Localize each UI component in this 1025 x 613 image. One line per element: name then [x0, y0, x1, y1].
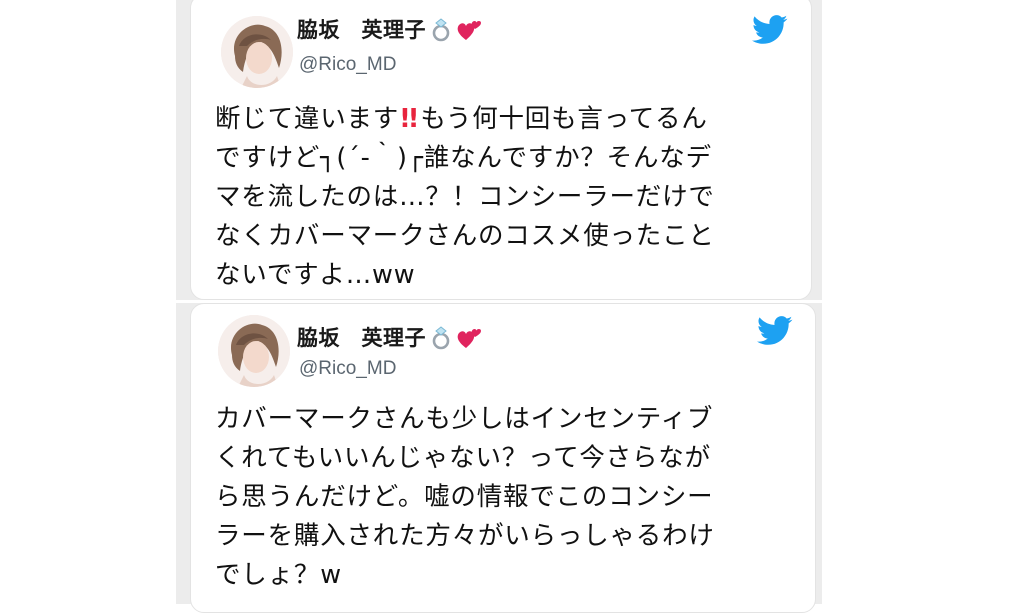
tweet-line: マを流したのは…？！コンシーラーだけで — [215, 182, 715, 212]
tweet-line: くれてもいいんじゃない？って今さらなが — [215, 443, 711, 473]
author-name[interactable]: 脇坂 英理子 — [297, 14, 426, 44]
tweet-line: ラーを購入された方々がいらっしゃるわけ — [215, 521, 715, 551]
tweet-card[interactable]: 脇坂 英理子 @Rico_MD 断じて違います!! もう何十回も言ってるん ですけ… — [190, 0, 812, 300]
tweet-card[interactable]: 脇坂 英理子 @Rico_MD カバーマークさんも少しはインセンティブ くれても… — [190, 303, 816, 613]
tweet-text: カバーマークさんも少しはインセンティブ くれてもいいんじゃない？って今さらなが … — [215, 400, 805, 595]
tweet-line: ないですよ…ww — [215, 260, 416, 290]
twitter-bird-icon — [757, 316, 793, 346]
tweet-text-segment: もう何十回も言ってるん — [420, 104, 708, 134]
ring-icon — [430, 326, 452, 350]
tweet-line: カバーマークさんも少しはインセンティブ — [215, 404, 714, 434]
author-name[interactable]: 脇坂 英理子 — [297, 322, 426, 352]
tweet-line: ら思うんだけど。嘘の情報でこのコンシー — [215, 482, 714, 512]
author-handle[interactable]: @Rico_MD — [299, 358, 396, 380]
author-handle[interactable]: @Rico_MD — [299, 54, 396, 76]
avatar[interactable] — [218, 315, 290, 387]
double-exclamation-icon: !! — [399, 104, 419, 134]
tweet-line: ですけど┐(´-｀)┌誰なんですか？そんなデ — [215, 143, 712, 173]
tweet-text: 断じて違います!! もう何十回も言ってるん ですけど┐(´-｀)┌誰なんですか？そ… — [215, 100, 795, 295]
tweet-line: でしょ？w — [215, 560, 342, 590]
tweet-line: なくカバーマークさんのコスメ使ったこと — [215, 221, 715, 251]
tweet-line: 断じて違います!! もう何十回も言ってるん — [215, 100, 795, 139]
avatar[interactable] — [221, 16, 293, 88]
tweet-text-segment: 断じて違います — [215, 104, 400, 134]
twitter-bird-icon — [752, 15, 788, 45]
author-row: 脇坂 英理子 — [297, 322, 481, 352]
two-hearts-icon — [456, 326, 481, 348]
two-hearts-icon — [456, 18, 481, 40]
author-row: 脇坂 英理子 — [297, 14, 481, 44]
ring-icon — [430, 18, 452, 42]
